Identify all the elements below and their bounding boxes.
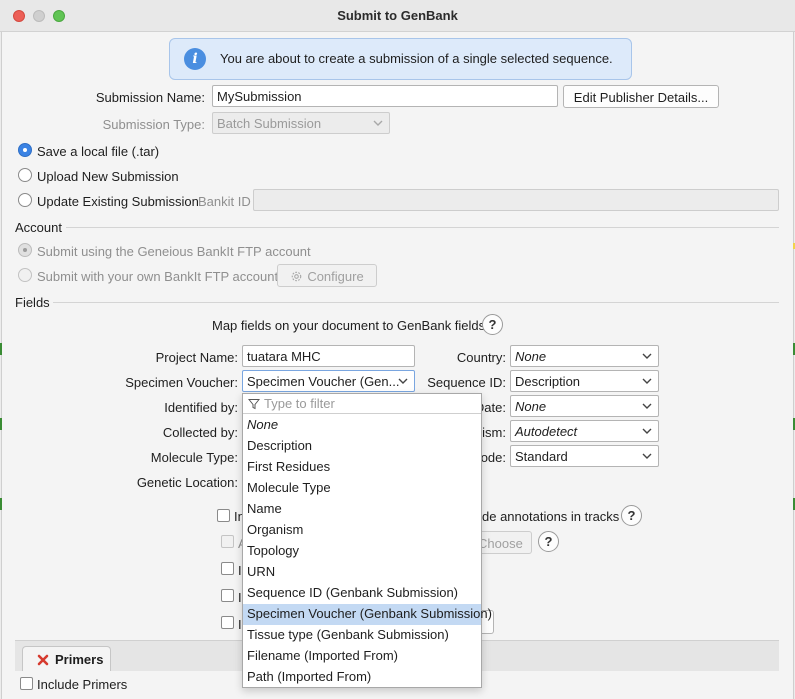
collection-date-select[interactable]: None [510,395,659,417]
dropdown-option-none[interactable]: None [243,415,481,436]
project-name-label: Project Name: [155,350,238,365]
configure-button: Configure [277,264,377,287]
option-checkbox[interactable] [221,589,234,602]
dropdown-option-molecule-type[interactable]: Molecule Type [243,478,481,499]
include-annotations-label: de annotations in tracks [482,509,620,524]
bankit-id-label: Bankit ID [198,194,251,209]
info-message: You are about to create a submission of … [220,51,613,66]
include-primers-label: Include Primers [37,677,128,692]
annotation-option-checkbox [221,535,234,548]
dropdown-option-description[interactable]: Description [243,436,481,457]
submission-type-value: Batch Submission [217,116,322,131]
dropdown-option-path[interactable]: Path (Imported From) [243,667,481,688]
country-value: None [515,349,547,364]
dropdown-option-filename[interactable]: Filename (Imported From) [243,646,481,667]
country-select[interactable]: None [510,345,659,367]
specimen-voucher-select[interactable]: Specimen Voucher (Gen... [242,370,415,392]
collected-by-label: Collected by: [162,425,238,440]
fields-heading: Fields [15,295,50,310]
radio-update-existing-label: Update Existing Submission [37,194,199,209]
radio-geneious-account [18,243,32,257]
country-label: Country: [456,350,506,365]
chevron-down-icon [642,378,652,384]
background-window-edge [0,498,2,510]
dropdown-option-tissue-type[interactable]: Tissue type (Genbank Submission) [243,625,481,646]
radio-upload-new[interactable] [18,168,32,182]
chevron-down-icon [642,428,652,434]
dropdown-option-organism[interactable]: Organism [243,520,481,541]
include-primers-checkbox[interactable] [20,677,33,690]
radio-own-account-label: Submit with your own BankIt FTP account [37,269,279,284]
background-window-edge [0,418,2,430]
sequence-id-label: Sequence ID: [427,375,506,390]
project-name-input[interactable]: tuatara MHC [242,345,415,367]
sequence-id-value: Description [515,374,581,389]
collection-date-value: None [515,399,547,414]
radio-save-local-label: Save a local file (.tar) [37,144,160,159]
configure-label: Configure [307,269,364,284]
window-title: Submit to GenBank [337,8,458,23]
radio-own-account [18,268,32,282]
radio-upload-new-label: Upload New Submission [37,169,179,184]
bankit-id-input [253,189,779,211]
tab-primers[interactable]: Primers [22,646,111,673]
specimen-voucher-value: Specimen Voucher (Gen... [247,374,400,389]
chevron-down-icon [642,403,652,409]
molecule-type-label: Molecule Type: [150,450,238,465]
chevron-down-icon [373,120,383,126]
fields-divider [53,302,779,303]
submission-name-label: Submission Name: [95,90,205,105]
account-divider [66,227,779,228]
submission-type-label: Submission Type: [102,117,205,132]
organism-value: Autodetect [515,424,578,439]
organism-select[interactable]: Autodetect [510,420,659,442]
radio-update-existing[interactable] [18,193,32,207]
chevron-down-icon [642,353,652,359]
filter-icon [248,399,260,410]
genetic-code-value: Standard [515,449,568,464]
sequence-id-select[interactable]: Description [510,370,659,392]
account-heading: Account [15,220,62,235]
help-icon[interactable]: ? [482,314,503,335]
dropdown-option-urn[interactable]: URN [243,562,481,583]
map-fields-text: Map fields on your document to GenBank f… [212,318,486,333]
filter-placeholder: Type to filter [264,396,335,411]
help-icon[interactable]: ? [538,531,559,552]
chevron-down-icon [642,453,652,459]
option-checkbox[interactable] [221,616,234,629]
help-icon[interactable]: ? [621,505,642,526]
filter-input[interactable]: Type to filter [243,394,481,414]
tab-primers-label: Primers [55,652,104,667]
genetic-code-select[interactable]: Standard [510,445,659,467]
dropdown-option-topology[interactable]: Topology [243,541,481,562]
background-window-edge [0,343,2,355]
specimen-voucher-dropdown: Type to filter None Description First Re… [242,393,492,688]
dropdown-option-specimen-voucher[interactable]: Specimen Voucher (Genbank Submission) [243,604,492,625]
dropdown-option-first-residues[interactable]: First Residues [243,457,481,478]
gear-icon [292,271,302,282]
genetic-location-label: Genetic Location: [136,475,238,490]
radio-geneious-account-label: Submit using the Geneious BankIt FTP acc… [37,244,311,259]
specimen-voucher-label: Specimen Voucher: [125,375,238,390]
info-icon: i [184,48,206,70]
close-icon [37,654,49,666]
include-checkbox[interactable] [217,509,230,522]
identified-by-label: Identified by: [164,400,238,415]
dropdown-option-sequence-id[interactable]: Sequence ID (Genbank Submission) [243,583,481,604]
submission-name-input[interactable]: MySubmission [212,85,558,107]
option-checkbox[interactable] [221,562,234,575]
edit-publisher-details-button[interactable]: Edit Publisher Details... [563,85,719,108]
submission-type-select: Batch Submission [212,112,390,134]
info-banner: i You are about to create a submission o… [169,38,632,80]
dropdown-option-name[interactable]: Name [243,499,481,520]
radio-save-local[interactable] [18,143,32,157]
chevron-down-icon [398,378,408,384]
